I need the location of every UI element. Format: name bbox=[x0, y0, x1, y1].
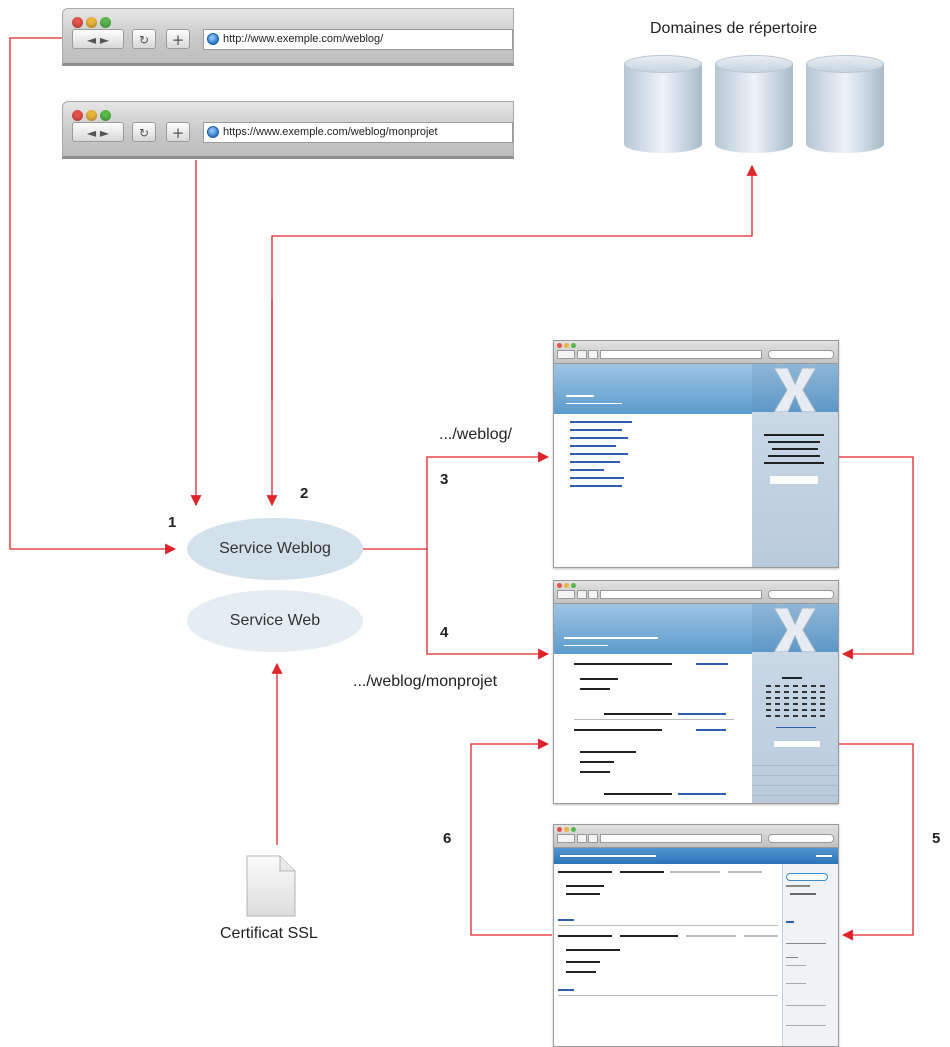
x-logo-icon bbox=[752, 604, 838, 652]
step-number: 1 bbox=[168, 514, 177, 531]
search-field[interactable] bbox=[786, 873, 828, 881]
globe-icon bbox=[207, 126, 219, 138]
database-icon bbox=[715, 55, 793, 153]
service-web: Service Web bbox=[187, 590, 363, 652]
url-text: https://www.exemple.com/weblog/monprojet bbox=[223, 126, 438, 138]
certificate-label: Certificat SSL bbox=[220, 925, 318, 942]
admin-page-thumbnail bbox=[553, 824, 839, 1047]
database-icon bbox=[806, 55, 884, 153]
url-text: http://www.exemple.com/weblog/ bbox=[223, 33, 384, 45]
service-weblog: Service Weblog bbox=[187, 518, 363, 580]
thumbnail-toolbar bbox=[554, 825, 838, 848]
weblog-page-thumbnail bbox=[553, 340, 839, 568]
step-number: 3 bbox=[440, 471, 449, 488]
add-bookmark-button[interactable]: + bbox=[166, 122, 190, 142]
step-number: 2 bbox=[300, 485, 309, 502]
x-logo-icon bbox=[752, 364, 838, 412]
arrow-5 bbox=[838, 743, 914, 941]
reload-button[interactable]: ↻ bbox=[132, 122, 156, 142]
back-forward-buttons[interactable]: ◄ ► bbox=[72, 122, 124, 142]
path-weblog-label: .../weblog/ bbox=[439, 426, 512, 443]
globe-icon bbox=[207, 33, 219, 45]
minimize-dot-icon[interactable] bbox=[86, 110, 97, 121]
arrow-6 bbox=[470, 738, 552, 936]
zoom-dot-icon[interactable] bbox=[100, 110, 111, 121]
monprojet-page-thumbnail bbox=[553, 580, 839, 804]
calendar-widget bbox=[766, 685, 828, 719]
minimize-dot-icon[interactable] bbox=[86, 17, 97, 28]
thumbnail-toolbar bbox=[554, 581, 838, 604]
database-icon bbox=[624, 55, 702, 153]
step-number: 5 bbox=[932, 830, 941, 847]
close-dot-icon[interactable] bbox=[72, 110, 83, 121]
service-web-label: Service Web bbox=[229, 612, 321, 629]
arrow-page1-page2 bbox=[838, 456, 914, 660]
document-icon bbox=[246, 855, 296, 917]
address-bar[interactable]: http://www.exemple.com/weblog/ bbox=[203, 29, 513, 50]
path-monprojet-label: .../weblog/monprojet bbox=[353, 673, 498, 690]
step-number: 6 bbox=[443, 830, 452, 847]
service-weblog-label: Service Weblog bbox=[219, 540, 331, 557]
address-bar[interactable]: https://www.exemple.com/weblog/monprojet bbox=[203, 122, 513, 143]
step-number: 4 bbox=[440, 624, 449, 641]
browser-window-2: ◄ ► ↻ + https://www.exemple.com/weblog/m… bbox=[62, 101, 514, 159]
zoom-dot-icon[interactable] bbox=[100, 17, 111, 28]
thumbnail-toolbar bbox=[554, 341, 838, 364]
browser-window-1: ◄ ► ↻ + http://www.exemple.com/weblog/ bbox=[62, 8, 514, 66]
back-forward-buttons[interactable]: ◄ ► bbox=[72, 29, 124, 49]
add-bookmark-button[interactable]: + bbox=[166, 29, 190, 49]
reload-button[interactable]: ↻ bbox=[132, 29, 156, 49]
directory-title: Domaines de répertoire bbox=[650, 20, 818, 37]
close-dot-icon[interactable] bbox=[72, 17, 83, 28]
arrow-3 bbox=[363, 451, 550, 550]
